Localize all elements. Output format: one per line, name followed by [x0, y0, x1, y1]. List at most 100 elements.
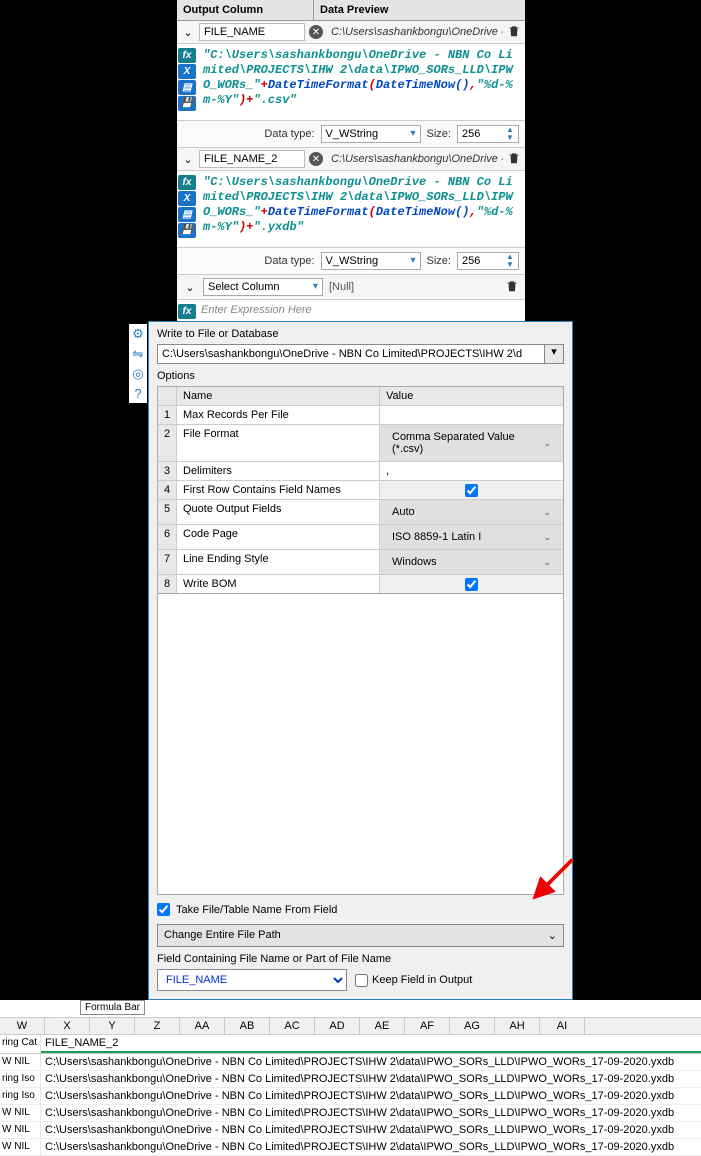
size-spinner[interactable]: 256▲▼ [457, 125, 519, 143]
cell[interactable]: ring Iso [0, 1088, 41, 1104]
fx-icon[interactable]: fx [178, 304, 196, 319]
output-field-name[interactable]: FILE_NAME_2 [199, 150, 305, 168]
keep-field-checkbox[interactable]: Keep Field in Output [355, 974, 472, 987]
data-row: W NIL C:\Users\sashankbongu\OneDrive - N… [0, 1105, 701, 1122]
col-value-header: Value [380, 387, 563, 405]
option-row: 4 First Row Contains Field Names [158, 481, 563, 500]
output-path-input[interactable] [157, 344, 545, 364]
col-header[interactable]: X [45, 1018, 90, 1034]
col-header[interactable]: AF [405, 1018, 450, 1034]
col-header[interactable]: AH [495, 1018, 540, 1034]
cell[interactable]: W NIL [0, 1105, 41, 1121]
option-row: 5 Quote Output Fields Auto⌄ [158, 500, 563, 525]
fx-icon[interactable]: fx [178, 175, 196, 190]
option-value-check[interactable] [465, 578, 478, 591]
trash-icon[interactable] [505, 279, 519, 296]
cell[interactable]: C:\Users\sashankbongu\OneDrive - NBN Co … [41, 1071, 701, 1087]
cell[interactable]: C:\Users\sashankbongu\OneDrive - NBN Co … [41, 1054, 701, 1070]
data-row: W NIL C:\Users\sashankbongu\OneDrive - N… [0, 1122, 701, 1139]
save-icon[interactable]: 💾 [178, 96, 196, 111]
cell[interactable]: W NIL [0, 1139, 41, 1155]
option-value-select[interactable]: Auto⌄ [380, 500, 563, 524]
col-header[interactable]: Z [135, 1018, 180, 1034]
output-field-name[interactable]: FILE_NAME [199, 23, 305, 41]
option-name: Max Records Per File [177, 406, 380, 424]
trash-icon[interactable] [507, 24, 521, 41]
expression-text[interactable]: "C:\Users\sashankbongu\OneDrive - NBN Co… [197, 173, 525, 245]
variable-icon[interactable]: X [178, 64, 196, 79]
option-name: Code Page [177, 525, 380, 549]
option-row: 6 Code Page ISO 8859-1 Latin I⌄ [158, 525, 563, 550]
options-table: Name Value 1 Max Records Per File 2 File… [157, 386, 564, 594]
clear-icon[interactable]: ✕ [309, 152, 323, 166]
chevron-down-icon[interactable]: ⌄ [183, 281, 197, 294]
option-name: Delimiters [177, 462, 380, 480]
gear-icon[interactable]: ⚙ [132, 326, 144, 342]
folder-icon[interactable]: ▤ [178, 207, 196, 222]
col-header[interactable]: Y [90, 1018, 135, 1034]
formula-config-panel: Output Column Data Preview ⌄ FILE_NAME ✕… [177, 0, 525, 321]
take-name-checkbox[interactable]: Take File/Table Name From Field [157, 903, 564, 916]
field-containing-label: Field Containing File Name or Part of Fi… [157, 953, 564, 965]
expression-text[interactable]: "C:\Users\sashankbongu\OneDrive - NBN Co… [197, 46, 525, 118]
select-column-dropdown[interactable]: Select Column [203, 278, 323, 296]
expression-placeholder[interactable]: Enter Expression Here [197, 302, 316, 319]
datatype-row: Data type: V_WString Size: 256▲▼ [177, 121, 525, 148]
cell[interactable]: C:\Users\sashankbongu\OneDrive - NBN Co … [41, 1122, 701, 1138]
trash-icon[interactable] [507, 151, 521, 168]
fx-icon[interactable]: fx [178, 48, 196, 63]
formula-row: ⌄ FILE_NAME ✕ C:\Users\sashankbongu\OneD… [177, 21, 525, 44]
cell[interactable]: C:\Users\sashankbongu\OneDrive - NBN Co … [41, 1139, 701, 1155]
col-header[interactable]: AD [315, 1018, 360, 1034]
chevron-down-icon[interactable]: ⌄ [181, 153, 195, 166]
col-header[interactable]: AB [225, 1018, 270, 1034]
expression-area: fx X ▤ 💾 "C:\Users\sashankbongu\OneDrive… [177, 171, 525, 248]
option-value-select[interactable]: ISO 8859-1 Latin I⌄ [380, 525, 563, 549]
option-name: Write BOM [177, 575, 380, 593]
nav-icon[interactable]: ◎ [132, 366, 143, 382]
datatype-select[interactable]: V_WString [321, 125, 421, 143]
help-icon[interactable]: ? [134, 386, 141, 401]
output-column-header: Output Column [177, 0, 314, 20]
cell[interactable]: ring Iso [0, 1071, 41, 1087]
option-value-select[interactable]: Comma Separated Value (*.csv)⌄ [380, 425, 563, 461]
cell[interactable]: C:\Users\sashankbongu\OneDrive - NBN Co … [41, 1088, 701, 1104]
datatype-select[interactable]: V_WString [321, 252, 421, 270]
link-icon[interactable]: ⇋ [133, 346, 144, 362]
chevron-down-icon[interactable]: ⌄ [181, 26, 195, 39]
option-value-text[interactable]: , [380, 462, 563, 480]
size-spinner[interactable]: 256▲▼ [457, 252, 519, 270]
change-path-dropdown[interactable]: Change Entire File Path⌄ [157, 924, 564, 947]
cell[interactable]: W NIL [0, 1122, 41, 1138]
column-headers: WXYZAAABACADAEAFAGAHAI [0, 1017, 701, 1035]
cell[interactable]: W NIL [0, 1054, 41, 1070]
col-header[interactable]: AI [540, 1018, 585, 1034]
clear-icon[interactable]: ✕ [309, 25, 323, 39]
null-preview: [Null] [329, 281, 354, 293]
preview-text: C:\Users\sashankbongu\OneDrive - ... [327, 26, 503, 38]
data-preview-header: Data Preview [314, 0, 525, 20]
options-label: Options [149, 370, 572, 386]
col-header[interactable]: AA [180, 1018, 225, 1034]
save-icon[interactable]: 💾 [178, 223, 196, 238]
variable-icon[interactable]: X [178, 191, 196, 206]
spreadsheet-preview: Formula Bar WXYZAAABACADAEAFAGAHAI ring … [0, 1000, 701, 1156]
folder-icon[interactable]: ▤ [178, 80, 196, 95]
left-icon-bar: ⚙ ⇋ ◎ ? [129, 324, 147, 403]
col-header[interactable]: W [0, 1018, 45, 1034]
options-spacer [157, 594, 564, 895]
path-dropdown-button[interactable]: ▾ [545, 344, 564, 364]
formula-header: Output Column Data Preview [177, 0, 525, 21]
filename2-header[interactable]: FILE_NAME_2 [41, 1035, 701, 1053]
col-header[interactable]: AE [360, 1018, 405, 1034]
file-name-field-select[interactable]: FILE_NAME [157, 969, 347, 991]
option-value-select[interactable]: Windows⌄ [380, 550, 563, 574]
datatype-row: Data type: V_WString Size: 256▲▼ [177, 248, 525, 275]
option-row: 8 Write BOM [158, 575, 563, 593]
cell[interactable]: C:\Users\sashankbongu\OneDrive - NBN Co … [41, 1105, 701, 1121]
formula-bar-tooltip: Formula Bar [80, 1000, 145, 1015]
col-header[interactable]: AG [450, 1018, 495, 1034]
option-value-text[interactable] [380, 406, 563, 412]
option-value-check[interactable] [465, 484, 478, 497]
col-header[interactable]: AC [270, 1018, 315, 1034]
